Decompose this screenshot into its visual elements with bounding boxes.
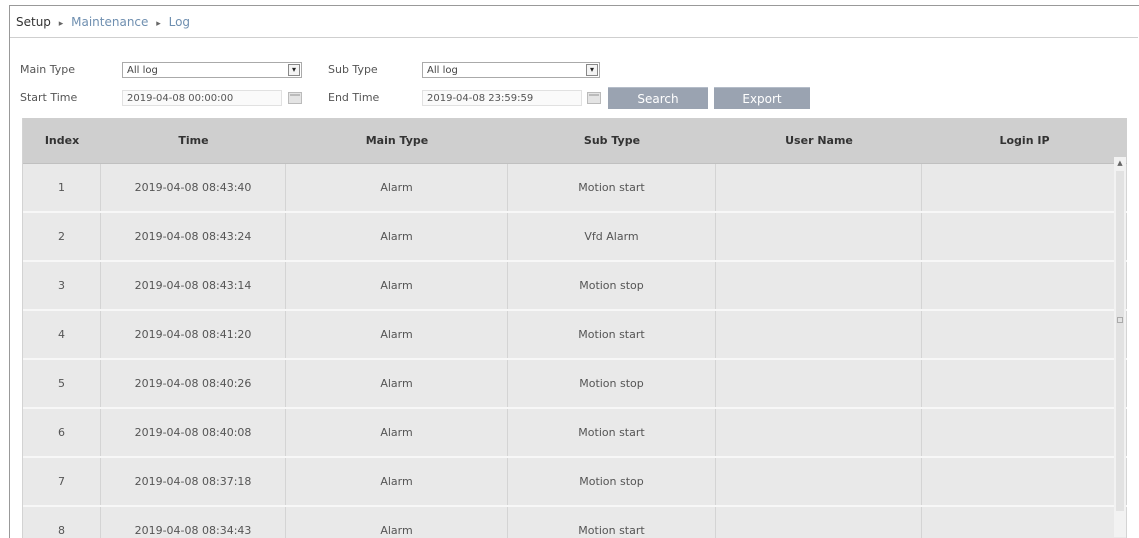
breadcrumb-log: Log bbox=[168, 15, 191, 29]
table-row[interactable]: 6 2019-04-08 08:40:08 Alarm Motion start bbox=[23, 409, 1127, 458]
header-divider bbox=[10, 37, 1138, 38]
cell-sub-type: Motion start bbox=[508, 164, 716, 211]
cell-user-name bbox=[716, 409, 922, 456]
export-button[interactable]: Export bbox=[714, 87, 810, 109]
main-type-value: All log bbox=[127, 65, 158, 76]
cell-user-name bbox=[716, 262, 922, 309]
calendar-icon[interactable] bbox=[587, 92, 601, 104]
cell-user-name bbox=[716, 458, 922, 505]
cell-time: 2019-04-08 08:43:40 bbox=[101, 164, 286, 211]
column-header-main-type: Main Type bbox=[365, 134, 429, 147]
cell-time: 2019-04-08 08:43:24 bbox=[101, 213, 286, 260]
cell-time: 2019-04-08 08:43:14 bbox=[101, 262, 286, 309]
end-time-input[interactable]: 2019-04-08 23:59:59 bbox=[422, 90, 582, 106]
cell-sub-type: Motion start bbox=[508, 311, 716, 358]
cell-index: 7 bbox=[23, 458, 101, 505]
column-header-sub-type: Sub Type bbox=[583, 134, 641, 147]
column-header-user-name: User Name bbox=[785, 134, 853, 147]
cell-login-ip bbox=[922, 409, 1127, 456]
breadcrumb: Setup ▸ Maintenance ▸ Log bbox=[16, 13, 190, 31]
cell-sub-type: Motion start bbox=[508, 409, 716, 456]
table-row[interactable]: 4 2019-04-08 08:41:20 Alarm Motion start bbox=[23, 311, 1127, 360]
cell-index: 4 bbox=[23, 311, 101, 358]
table-header: Index Time Main Type Sub Type User Name … bbox=[23, 118, 1127, 164]
chevron-down-icon[interactable]: ▾ bbox=[288, 64, 300, 76]
cell-login-ip bbox=[922, 311, 1127, 358]
cell-time: 2019-04-08 08:37:18 bbox=[101, 458, 286, 505]
cell-login-ip bbox=[922, 213, 1127, 260]
cell-main-type: Alarm bbox=[286, 262, 508, 309]
cell-sub-type: Motion stop bbox=[508, 262, 716, 309]
cell-sub-type: Motion stop bbox=[508, 458, 716, 505]
cell-login-ip bbox=[922, 458, 1127, 505]
cell-user-name bbox=[716, 507, 922, 538]
column-header-time: Time bbox=[178, 134, 209, 147]
cell-login-ip bbox=[922, 164, 1127, 211]
breadcrumb-setup[interactable]: Setup bbox=[16, 15, 51, 29]
cell-login-ip bbox=[922, 262, 1127, 309]
scroll-up-icon[interactable]: ▲ bbox=[1115, 157, 1125, 169]
table-row[interactable]: 1 2019-04-08 08:43:40 Alarm Motion start bbox=[23, 164, 1127, 213]
cell-time: 2019-04-08 08:40:26 bbox=[101, 360, 286, 407]
cell-sub-type: Motion start bbox=[508, 507, 716, 538]
main-type-select[interactable]: All log ▾ bbox=[122, 62, 302, 78]
column-header-index: Index bbox=[44, 134, 80, 147]
table-row[interactable]: 3 2019-04-08 08:43:14 Alarm Motion stop bbox=[23, 262, 1127, 311]
breadcrumb-separator-icon: ▸ bbox=[156, 19, 161, 29]
cell-login-ip bbox=[922, 507, 1127, 538]
cell-sub-type: Vfd Alarm bbox=[508, 213, 716, 260]
breadcrumb-maintenance[interactable]: Maintenance bbox=[71, 15, 148, 29]
cell-main-type: Alarm bbox=[286, 311, 508, 358]
start-time-input[interactable]: 2019-04-08 00:00:00 bbox=[122, 90, 282, 106]
sub-type-select[interactable]: All log ▾ bbox=[422, 62, 600, 78]
cell-index: 8 bbox=[23, 507, 101, 538]
cell-main-type: Alarm bbox=[286, 458, 508, 505]
sub-type-value: All log bbox=[427, 65, 458, 76]
cell-main-type: Alarm bbox=[286, 409, 508, 456]
cell-index: 1 bbox=[23, 164, 101, 211]
table-row[interactable]: 5 2019-04-08 08:40:26 Alarm Motion stop bbox=[23, 360, 1127, 409]
cell-user-name bbox=[716, 311, 922, 358]
cell-index: 2 bbox=[23, 213, 101, 260]
cell-time: 2019-04-08 08:41:20 bbox=[101, 311, 286, 358]
table-scrollbar[interactable]: ▲ bbox=[1114, 157, 1126, 537]
chevron-down-icon[interactable]: ▾ bbox=[586, 64, 598, 76]
cell-main-type: Alarm bbox=[286, 164, 508, 211]
cell-index: 6 bbox=[23, 409, 101, 456]
breadcrumb-separator-icon: ▸ bbox=[58, 19, 64, 29]
calendar-icon[interactable] bbox=[288, 92, 302, 104]
cell-time: 2019-04-08 08:40:08 bbox=[101, 409, 286, 456]
cell-user-name bbox=[716, 360, 922, 407]
cell-sub-type: Motion stop bbox=[508, 360, 716, 407]
cell-login-ip bbox=[922, 360, 1127, 407]
start-time-label: Start Time bbox=[20, 91, 78, 104]
table-row[interactable]: 7 2019-04-08 08:37:18 Alarm Motion stop bbox=[23, 458, 1127, 507]
scroll-thumb[interactable] bbox=[1116, 171, 1124, 511]
cell-main-type: Alarm bbox=[286, 507, 508, 538]
main-type-label: Main Type bbox=[20, 63, 76, 76]
log-page: Setup ▸ Maintenance ▸ Log Main Type All … bbox=[9, 5, 1139, 538]
cell-main-type: Alarm bbox=[286, 360, 508, 407]
log-table: Index Time Main Type Sub Type User Name … bbox=[22, 118, 1127, 538]
sub-type-label: Sub Type bbox=[328, 63, 378, 76]
cell-user-name bbox=[716, 164, 922, 211]
column-header-login-ip: Login IP bbox=[999, 134, 1050, 147]
cell-index: 5 bbox=[23, 360, 101, 407]
cell-user-name bbox=[716, 213, 922, 260]
table-row[interactable]: 8 2019-04-08 08:34:43 Alarm Motion start bbox=[23, 507, 1127, 538]
cell-index: 3 bbox=[23, 262, 101, 309]
table-row[interactable]: 2 2019-04-08 08:43:24 Alarm Vfd Alarm bbox=[23, 213, 1127, 262]
search-button[interactable]: Search bbox=[608, 87, 708, 109]
scroll-grip-icon[interactable] bbox=[1117, 317, 1123, 323]
cell-time: 2019-04-08 08:34:43 bbox=[101, 507, 286, 538]
end-time-label: End Time bbox=[328, 91, 380, 104]
cell-main-type: Alarm bbox=[286, 213, 508, 260]
